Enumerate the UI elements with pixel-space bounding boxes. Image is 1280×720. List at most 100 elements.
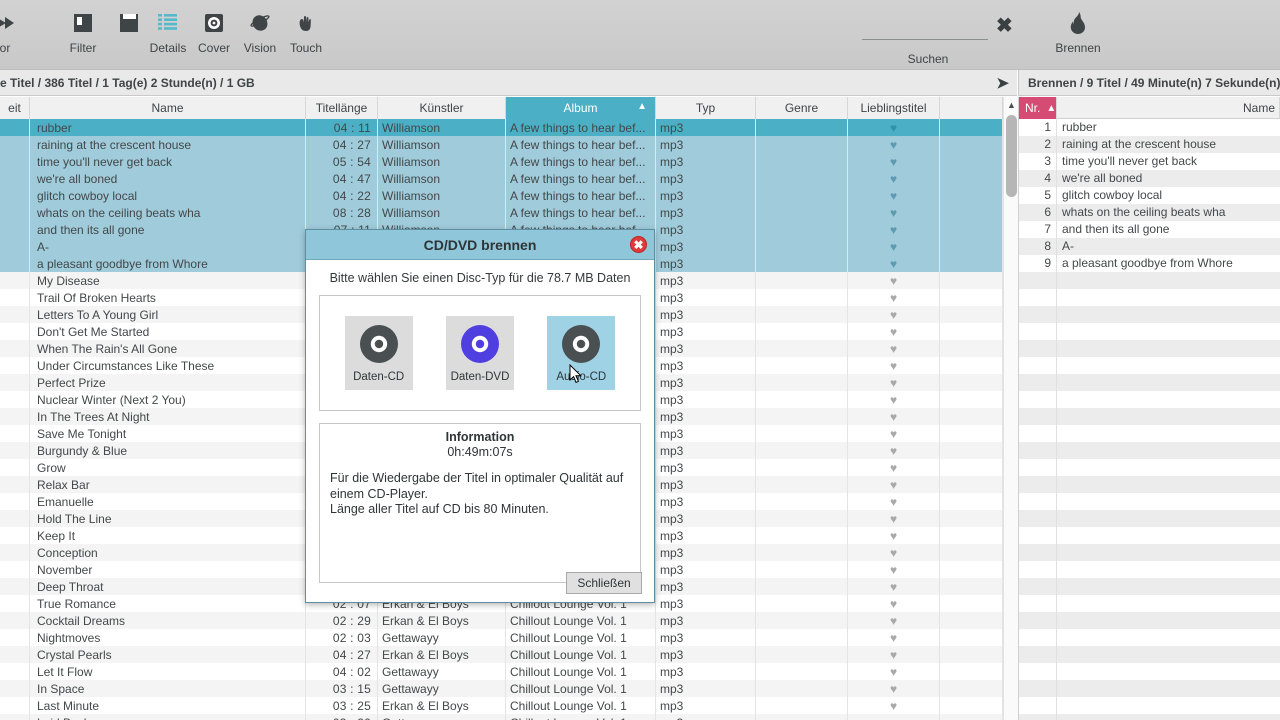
close-button[interactable]: Schließen (566, 572, 642, 594)
heart-icon[interactable]: ♥ (890, 444, 897, 458)
table-row[interactable]: Let It Flow 04 : 02 Gettawayy Chillout Loun… (0, 663, 1003, 680)
cell-type: mp3 (656, 136, 756, 153)
column-header-type[interactable]: Typ (656, 97, 756, 119)
heart-icon[interactable]: ♥ (890, 172, 897, 186)
table-row[interactable]: Last Minute 03 : 25 Erkan & El Boys Chillou… (0, 697, 1003, 714)
list-item[interactable]: 3 time you'll never get back (1019, 153, 1280, 170)
heart-icon[interactable]: ♥ (890, 223, 897, 237)
disc-option-daten-cd[interactable]: Daten-CD (344, 316, 413, 390)
heart-icon[interactable]: ♥ (890, 563, 897, 577)
list-item[interactable]: 2 raining at the crescent house (1019, 136, 1280, 153)
cell-name: time you'll never get back (30, 153, 306, 170)
search-input[interactable] (862, 20, 988, 40)
heart-icon[interactable]: ♥ (890, 461, 897, 475)
column-header-artist[interactable]: Künstler (378, 97, 506, 119)
scrollbar-thumb[interactable] (1006, 115, 1017, 197)
chevron-right-icon[interactable]: ➤ (996, 74, 1009, 92)
list-item[interactable]: 6 whats on the ceiling beats wha (1019, 204, 1280, 221)
heart-icon[interactable]: ♥ (890, 546, 897, 560)
column-header-extra[interactable] (940, 97, 1003, 119)
table-row[interactable]: time you'll never get back 05 : 54 William… (0, 153, 1003, 170)
column-header-genre[interactable]: Genre (756, 97, 848, 119)
column-header-favorite[interactable]: Lieblingstitel (848, 97, 940, 119)
column-header-time[interactable]: eit (0, 97, 30, 119)
close-x-icon[interactable]: ✖ (630, 236, 647, 253)
heart-icon[interactable]: ♥ (890, 291, 897, 305)
scroll-up-icon[interactable]: ▲ (1005, 98, 1018, 111)
table-row[interactable]: Cocktail Dreams 02 : 29 Erkan & El Boys Chi… (0, 612, 1003, 629)
heart-icon[interactable]: ♥ (890, 495, 897, 509)
heart-icon[interactable]: ♥ (890, 410, 897, 424)
toolbar-button-filter[interactable]: Filter (60, 4, 106, 68)
heart-icon[interactable]: ♥ (890, 325, 897, 339)
heart-icon[interactable]: ♥ (890, 614, 897, 628)
list-item[interactable]: 8 A- (1019, 238, 1280, 255)
heart-icon[interactable]: ♥ (890, 376, 897, 390)
heart-icon[interactable]: ♥ (890, 716, 897, 720)
column-header-nr[interactable]: Nr. ▲ (1019, 97, 1057, 119)
table-row[interactable]: glitch cowboy local 04 : 22 Williamson A fe… (0, 187, 1003, 204)
heart-icon[interactable]: ♥ (890, 359, 897, 373)
list-item[interactable]: 4 we're all boned (1019, 170, 1280, 187)
table-row[interactable]: raining at the crescent house 04 : 27 Will… (0, 136, 1003, 153)
table-row[interactable]: Crystal Pearls 04 : 27 Erkan & El Boys Chil… (0, 646, 1003, 663)
table-row[interactable]: Nightmoves 02 : 03 Gettawayy Chillout Loung… (0, 629, 1003, 646)
column-header-length[interactable]: Titellänge (306, 97, 378, 119)
heart-icon[interactable]: ♥ (890, 699, 897, 713)
library-scrollbar[interactable]: ▲ (1003, 97, 1018, 720)
heart-icon[interactable]: ♥ (890, 308, 897, 322)
heart-icon[interactable]: ♥ (890, 393, 897, 407)
disc-cover-icon (203, 4, 225, 42)
list-item[interactable]: 1 rubber (1019, 119, 1280, 136)
burn-item-name (1057, 714, 1280, 720)
disc-option-audio-cd[interactable]: Audio-CD (547, 316, 616, 390)
close-x-icon[interactable]: ✖ (996, 16, 1013, 36)
heart-icon[interactable]: ♥ (890, 529, 897, 543)
list-item[interactable]: 7 and then its all gone (1019, 221, 1280, 238)
heart-icon[interactable]: ♥ (890, 206, 897, 220)
column-header-name[interactable]: Name (30, 97, 306, 119)
heart-icon[interactable]: ♥ (890, 155, 897, 169)
heart-icon[interactable]: ♥ (890, 597, 897, 611)
toolbar-button-cover[interactable]: Cover (191, 4, 237, 68)
table-row[interactable]: whats on the ceiling beats wha 08 : 28 Wil… (0, 204, 1003, 221)
toolbar-button-details[interactable]: Details (145, 4, 191, 68)
cell-genre (756, 697, 848, 714)
heart-icon[interactable]: ♥ (890, 342, 897, 356)
heart-icon[interactable]: ♥ (890, 682, 897, 696)
heart-icon[interactable]: ♥ (890, 580, 897, 594)
heart-icon[interactable]: ♥ (890, 512, 897, 526)
heart-icon[interactable]: ♥ (890, 274, 897, 288)
cell-extra (940, 272, 1003, 289)
column-header-album[interactable]: Album ▲ (506, 97, 656, 119)
list-item[interactable]: 5 glitch cowboy local (1019, 187, 1280, 204)
heart-icon[interactable]: ♥ (890, 240, 897, 254)
cell-favorite: ♥ (848, 697, 940, 714)
table-row[interactable]: Laid Back03 : 20GettawayyChillout Lounge… (0, 714, 1003, 720)
cell-favorite: ♥ (848, 612, 940, 629)
heart-icon[interactable]: ♥ (890, 427, 897, 441)
heart-icon[interactable]: ♥ (890, 138, 897, 152)
heart-icon[interactable]: ♥ (890, 478, 897, 492)
cell-name: A- (30, 238, 306, 255)
cell-length: 04 : 22 (306, 187, 378, 204)
cell-type: mp3 (656, 391, 756, 408)
list-item[interactable]: 9 a pleasant goodbye from Whore (1019, 255, 1280, 272)
heart-icon[interactable]: ♥ (890, 189, 897, 203)
heart-icon[interactable]: ♥ (890, 665, 897, 679)
column-header-burn-name[interactable]: Name (1057, 97, 1280, 119)
table-row[interactable]: In Space 03 : 15 Gettawayy Chillout Lounge … (0, 680, 1003, 697)
disc-option-daten-dvd[interactable]: Daten-DVD (445, 316, 514, 390)
heart-icon[interactable]: ♥ (890, 648, 897, 662)
heart-icon[interactable]: ♥ (890, 257, 897, 271)
table-row[interactable]: we're all boned 04 : 47 Williamson A few th… (0, 170, 1003, 187)
toolbar-button-partial[interactable]: or (0, 4, 28, 68)
table-row[interactable]: rubber 04 : 11 Williamson A few things to h… (0, 119, 1003, 136)
burn-button[interactable]: Brennen (1052, 4, 1104, 68)
search-area: ✖ Suchen (858, 8, 1018, 66)
heart-icon[interactable]: ♥ (890, 121, 897, 135)
toolbar-button-vision[interactable]: Vision (237, 4, 283, 68)
heart-icon[interactable]: ♥ (890, 631, 897, 645)
toolbar-button-touch[interactable]: Touch (283, 4, 329, 68)
list-item-empty (1019, 459, 1280, 476)
